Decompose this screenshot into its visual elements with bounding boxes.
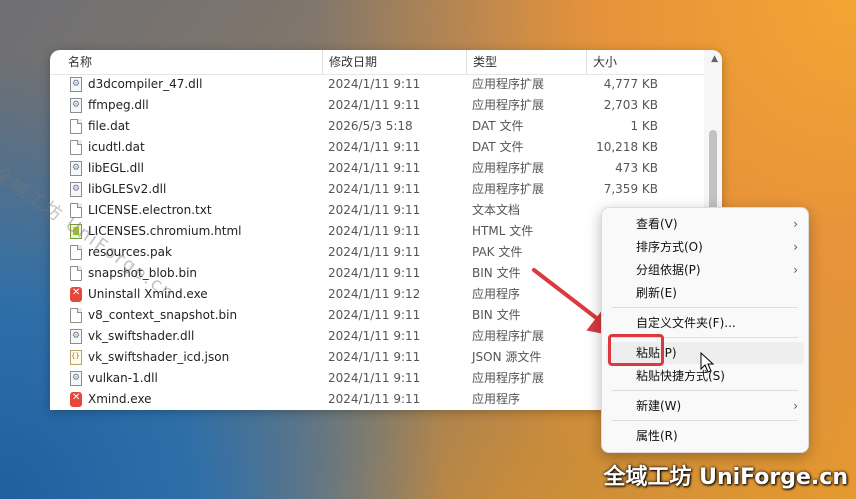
chevron-right-icon: › <box>793 399 798 413</box>
menu-item-sort-label: 排序方式(O) <box>636 240 703 254</box>
menu-separator <box>612 307 798 308</box>
menu-item-customize[interactable]: 自定义文件夹(F)... <box>602 312 808 334</box>
chevron-right-icon: › <box>793 240 798 254</box>
menu-item-customize-label: 自定义文件夹(F)... <box>636 316 736 330</box>
mouse-cursor-icon <box>700 352 714 373</box>
chevron-right-icon: › <box>793 263 798 277</box>
menu-item-new[interactable]: 新建(W) › <box>602 395 808 417</box>
menu-item-view-label: 查看(V) <box>636 217 678 231</box>
chevron-right-icon: › <box>793 217 798 231</box>
menu-item-new-label: 新建(W) <box>636 399 682 413</box>
menu-item-properties-label: 属性(R) <box>636 429 678 443</box>
menu-separator <box>612 420 798 421</box>
menu-item-properties[interactable]: 属性(R) <box>602 425 808 447</box>
menu-item-group[interactable]: 分组依据(P) › <box>602 259 808 281</box>
context-menu: 查看(V) › 排序方式(O) › 分组依据(P) › 刷新(E) 自定义文件夹(F)… <box>601 207 809 453</box>
watermark-corner: 全域工坊 UniForge.cn <box>603 465 848 490</box>
highlight-box <box>608 334 664 366</box>
menu-separator <box>612 390 798 391</box>
menu-item-refresh[interactable]: 刷新(E) <box>602 282 808 304</box>
menu-item-sort[interactable]: 排序方式(O) › <box>602 236 808 258</box>
menu-item-view[interactable]: 查看(V) › <box>602 213 808 235</box>
menu-item-group-label: 分组依据(P) <box>636 263 701 277</box>
menu-item-refresh-label: 刷新(E) <box>636 286 677 300</box>
